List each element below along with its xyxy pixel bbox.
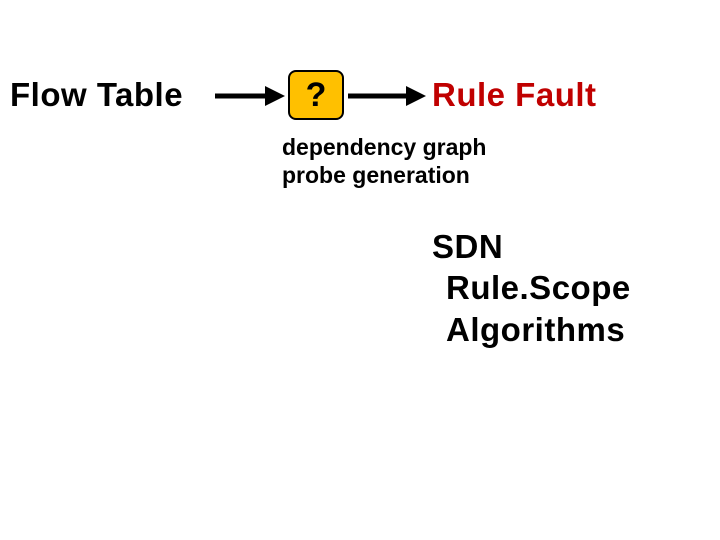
arrow-left-icon	[215, 84, 285, 108]
sdn-line-3: Algorithms	[446, 309, 631, 350]
node-flow-table: Flow Table	[10, 76, 183, 114]
diagram-canvas: Flow Table ? Rule Fault dependency graph…	[0, 0, 720, 540]
node-rule-fault: Rule Fault	[432, 76, 597, 114]
sdn-line-2: Rule.Scope	[446, 267, 631, 308]
node-question-box: ?	[288, 70, 344, 120]
arrow-right-icon	[348, 84, 426, 108]
subtext-line-1: dependency graph	[282, 134, 486, 162]
subtext-line-2: probe generation	[282, 162, 486, 190]
sdn-block: SDN Rule.Scope Algorithms	[432, 226, 631, 350]
sdn-line-1: SDN	[432, 226, 631, 267]
subtext-block: dependency graph probe generation	[282, 134, 486, 189]
